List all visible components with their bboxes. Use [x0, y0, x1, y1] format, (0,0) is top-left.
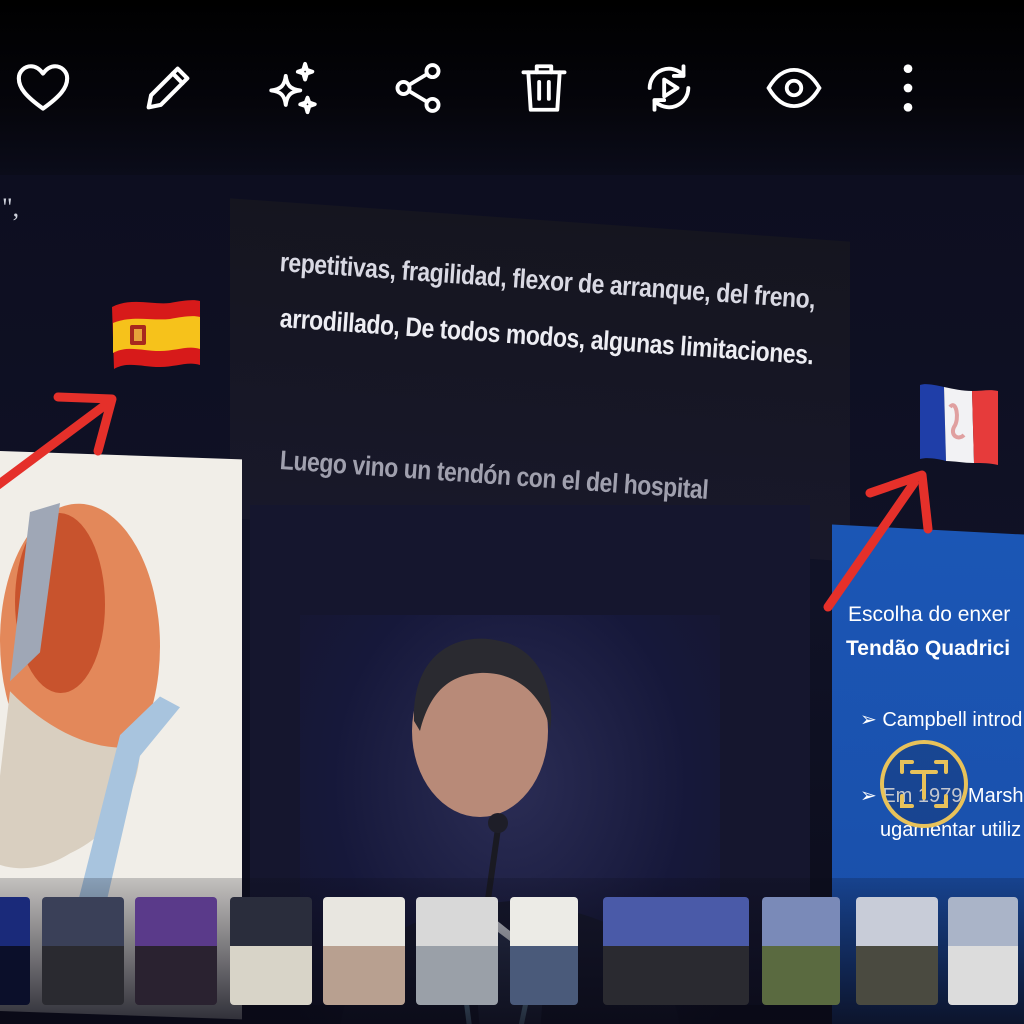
- thumb-4[interactable]: [230, 897, 312, 1005]
- more-vertical-icon: [903, 64, 913, 112]
- thumb-9[interactable]: [762, 897, 840, 1005]
- sparkles-icon: [269, 61, 317, 115]
- slide-bullet-1: ➢ Campbell introd: [860, 709, 1023, 731]
- remaster-button[interactable]: [639, 58, 699, 118]
- france-flag: [920, 384, 998, 465]
- viewer-toolbar: [0, 0, 1024, 175]
- pencil-icon: [146, 66, 190, 110]
- thumb-1[interactable]: [0, 897, 30, 1005]
- share-icon: [395, 63, 441, 113]
- thumb-11[interactable]: [948, 897, 1018, 1005]
- ai-enhance-button[interactable]: [263, 58, 323, 118]
- edit-button[interactable]: [138, 58, 198, 118]
- delete-button[interactable]: [514, 58, 574, 118]
- text-extract-icon[interactable]: [878, 738, 970, 830]
- details-button[interactable]: [764, 58, 824, 118]
- trash-icon: [521, 64, 567, 112]
- slide-subheading: Tendão Quadrici: [846, 637, 1011, 660]
- thumb-8[interactable]: [603, 897, 749, 1005]
- spain-flag: [112, 300, 200, 369]
- thumb-7[interactable]: [510, 897, 578, 1005]
- thumb-3[interactable]: [135, 897, 217, 1005]
- thumb-10[interactable]: [856, 897, 938, 1005]
- heart-icon: [16, 64, 70, 111]
- favorite-button[interactable]: [13, 58, 73, 118]
- replay-icon: [647, 64, 691, 112]
- share-button[interactable]: [388, 58, 448, 118]
- more-options-button[interactable]: [878, 58, 938, 118]
- arrow-to-spain-flag: [0, 392, 117, 490]
- arrow-to-france-flag: [823, 470, 933, 612]
- eye-icon: [766, 67, 822, 109]
- thumb-6[interactable]: [416, 897, 498, 1005]
- thumb-5[interactable]: [323, 897, 405, 1005]
- filmstrip: [0, 878, 1024, 1024]
- thumb-2[interactable]: [42, 897, 124, 1005]
- stray-text: ",: [2, 193, 20, 222]
